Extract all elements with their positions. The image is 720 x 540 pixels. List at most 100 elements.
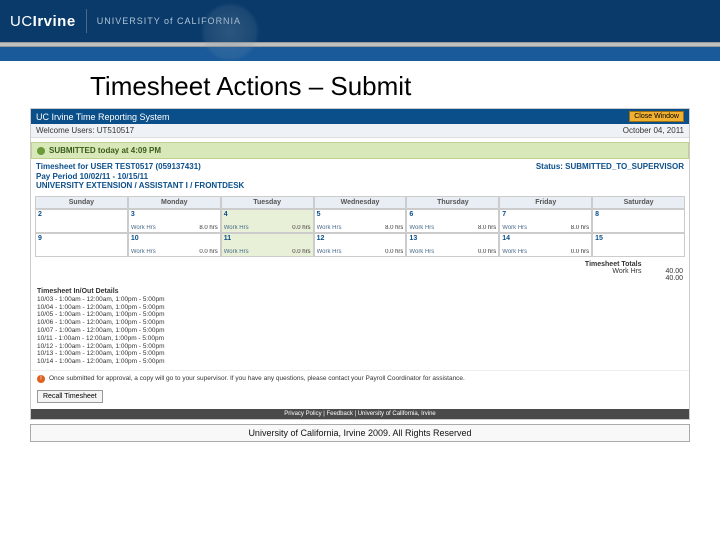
totals-title: Timesheet Totals (585, 261, 642, 268)
calendar-cell[interactable]: 15 (592, 233, 685, 257)
cell-date: 3 (131, 211, 135, 218)
cell-date: 12 (317, 235, 325, 242)
hours-value: 0.0 hrs (292, 225, 310, 231)
calendar-cell[interactable]: 13 Work Hrs 0.0 hrs (406, 233, 499, 257)
dept-title: UNIVERSITY EXTENSION / ASSISTANT I / FRO… (36, 181, 244, 191)
totals-value-2: 40.00 (665, 275, 683, 282)
slide-footer: University of California, Irvine 2009. A… (30, 424, 690, 442)
cell-date: 4 (224, 211, 228, 218)
employee-info: Timesheet for USER TEST0517 (059137431) … (36, 162, 244, 191)
calendar-header-row: SundayMondayTuesdayWednesdayThursdayFrid… (35, 196, 685, 209)
day-header: Sunday (35, 196, 128, 209)
hours-label: Work Hrs (409, 225, 434, 231)
calendar-cell[interactable]: 2 (35, 209, 128, 233)
app-title: UC Irvine Time Reporting System (36, 112, 170, 122)
brand-header: UCIrvine UNIVERSITY of CALIFORNIA (0, 0, 720, 42)
calendar-cell[interactable]: 12 Work Hrs 0.0 hrs (314, 233, 407, 257)
day-header: Monday (128, 196, 221, 209)
warning-icon: ! (37, 375, 45, 383)
detail-line: 10/06 - 1:00am - 12:00am, 1:00pm - 5:00p… (37, 319, 683, 327)
hours-value: 0.0 hrs (292, 249, 310, 255)
hours-value: 8.0 hrs (571, 225, 589, 231)
check-icon (37, 147, 45, 155)
hours-value: 0.0 hrs (478, 249, 496, 255)
brand-irvine: Irvine (33, 13, 76, 30)
current-date: October 04, 2011 (623, 126, 684, 135)
hours-label: Work Hrs (131, 225, 156, 231)
hours-value: 8.0 hrs (478, 225, 496, 231)
detail-line: 10/03 - 1:00am - 12:00am, 1:00pm - 5:00p… (37, 296, 683, 304)
day-header: Saturday (592, 196, 685, 209)
detail-line: 10/14 - 1:00am - 12:00am, 1:00pm - 5:00p… (37, 358, 683, 366)
close-window-button[interactable]: Close Window (629, 111, 684, 122)
slide-title: Timesheet Actions – Submit (0, 61, 720, 108)
warning-row: ! Once submitted for approval, a copy wi… (31, 370, 689, 387)
hours-label: Work Hrs (317, 225, 342, 231)
details-title: Timesheet In/Out Details (37, 288, 683, 295)
welcome-bar: Welcome Users: UT510517 October 04, 2011 (31, 124, 689, 138)
calendar-cell[interactable]: 5 Work Hrs 8.0 hrs (314, 209, 407, 233)
calendar-cell[interactable]: 8 (592, 209, 685, 233)
day-header: Friday (499, 196, 592, 209)
brand-logo: UCIrvine (10, 13, 76, 30)
timesheet-totals: Timesheet Totals Work Hrs 40.00 40.00 (31, 259, 689, 284)
detail-line: 10/07 - 1:00am - 12:00am, 1:00pm - 5:00p… (37, 327, 683, 335)
recall-timesheet-button[interactable]: Recall Timesheet (37, 390, 103, 403)
cell-date: 6 (409, 211, 413, 218)
cell-date: 11 (224, 235, 231, 242)
detail-line: 10/05 - 1:00am - 12:00am, 1:00pm - 5:00p… (37, 311, 683, 319)
cell-date: 9 (38, 235, 42, 242)
calendar-cell[interactable]: 14 Work Hrs 0.0 hrs (499, 233, 592, 257)
hours-label: Work Hrs (409, 249, 434, 255)
hours-value: 0.0 hrs (385, 249, 403, 255)
detail-line: 10/13 - 1:00am - 12:00am, 1:00pm - 5:00p… (37, 350, 683, 358)
submitted-text: SUBMITTED today at 4:09 PM (49, 146, 161, 155)
detail-line: 10/04 - 1:00am - 12:00am, 1:00pm - 5:00p… (37, 304, 683, 312)
welcome-user: Welcome Users: UT510517 (36, 126, 134, 135)
details-lines: 10/03 - 1:00am - 12:00am, 1:00pm - 5:00p… (37, 296, 683, 366)
cell-date: 13 (409, 235, 417, 242)
status-label: Status: SUBMITTED_TO_SUPERVISOR (536, 162, 684, 191)
warning-text: Once submitted for approval, a copy will… (49, 375, 465, 382)
hours-label: Work Hrs (131, 249, 156, 255)
day-header: Wednesday (314, 196, 407, 209)
hours-label: Work Hrs (224, 225, 249, 231)
calendar-cell[interactable]: 7 Work Hrs 8.0 hrs (499, 209, 592, 233)
cell-date: 8 (595, 211, 599, 218)
totals-work-label: Work Hrs (585, 268, 642, 275)
cell-date: 2 (38, 211, 42, 218)
calendar-cell[interactable]: 11Work Hrs0.0 hrs (221, 233, 314, 257)
calendar-week-1: 2 3 Work Hrs 8.0 hrs 4 Work Hrs 0.0 hrs 5 Work H… (35, 209, 685, 233)
hours-label: Work Hrs (502, 225, 527, 231)
hours-label: Work Hrs (502, 249, 527, 255)
cell-date: 7 (502, 211, 506, 218)
pay-period: Pay Period 10/02/11 - 10/15/11 (36, 172, 244, 182)
calendar-cell[interactable]: 4 Work Hrs 0.0 hrs (221, 209, 314, 233)
cell-date: 14 (502, 235, 510, 242)
calendar-cell[interactable]: 9 (35, 233, 128, 257)
calendar-grid: SundayMondayTuesdayWednesdayThursdayFrid… (35, 196, 685, 257)
calendar-cell[interactable]: 3 Work Hrs 8.0 hrs (128, 209, 221, 233)
hours-value: 8.0 hrs (199, 225, 217, 231)
day-header: Tuesday (221, 196, 314, 209)
emp-name: Timesheet for USER TEST0517 (059137431) (36, 162, 244, 172)
header-blue-bar (0, 47, 720, 61)
hours-value: 0.0 hrs (571, 249, 589, 255)
calendar-cell[interactable]: 10Work Hrs0.0 hrs (128, 233, 221, 257)
inout-details: Timesheet In/Out Details 10/03 - 1:00am … (31, 284, 689, 370)
hours-value: 8.0 hrs (385, 225, 403, 231)
cell-date: 15 (595, 235, 603, 242)
cell-date: 5 (317, 211, 321, 218)
calendar-week-2: 910Work Hrs0.0 hrs11Work Hrs0.0 hrs12Wor… (35, 233, 685, 257)
app-header: UC Irvine Time Reporting System Close Wi… (31, 109, 689, 124)
hours-label: Work Hrs (317, 249, 342, 255)
calendar-cell[interactable]: 6 Work Hrs 8.0 hrs (406, 209, 499, 233)
cell-date: 10 (131, 235, 139, 242)
timesheet-info: Timesheet for USER TEST0517 (059137431) … (31, 159, 689, 194)
submitted-banner: SUBMITTED today at 4:09 PM (31, 142, 689, 159)
brand-uc: UC (10, 13, 33, 30)
app-footer: Privacy Policy | Feedback | University o… (31, 409, 689, 419)
timesheet-app: UC Irvine Time Reporting System Close Wi… (30, 108, 690, 420)
detail-line: 10/11 - 1:00am - 12:00am, 1:00pm - 5:00p… (37, 335, 683, 343)
uc-seal-icon (200, 2, 260, 62)
